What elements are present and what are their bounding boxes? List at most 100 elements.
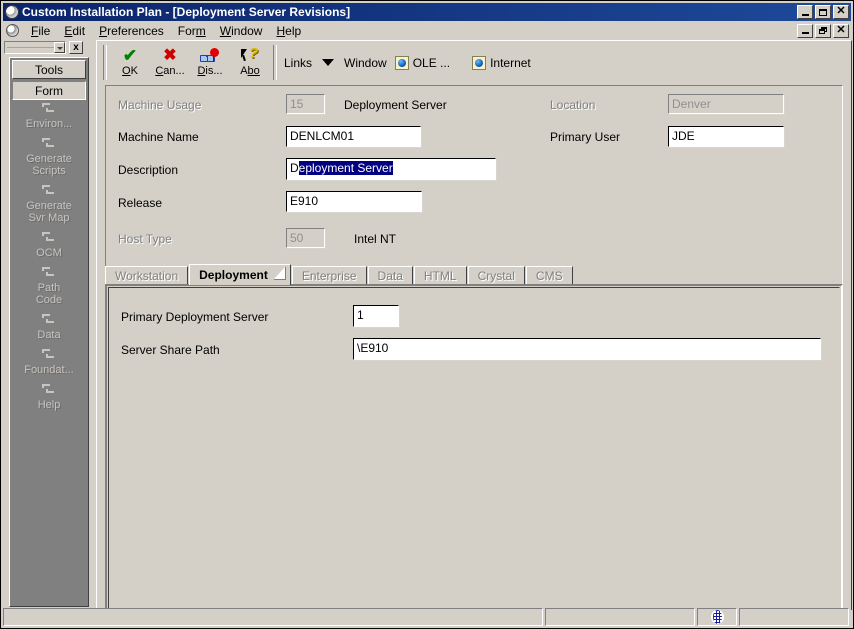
status-panel-mid bbox=[545, 608, 695, 626]
menu-bar: FFileile Edit Preferences Form Window He… bbox=[3, 22, 851, 39]
globe-status-icon bbox=[711, 610, 724, 624]
description-label: Description bbox=[118, 163, 179, 177]
description-input[interactable]: Deployment Server bbox=[286, 158, 496, 180]
tab-enterprise[interactable]: Enterprise bbox=[291, 266, 367, 285]
dock-close-button[interactable]: x bbox=[69, 41, 83, 54]
dock-item-path-code[interactable]: Path Code bbox=[10, 266, 88, 306]
tab-cms[interactable]: CMS bbox=[525, 266, 573, 285]
menu-item-preferences[interactable]: Preferences bbox=[92, 23, 171, 39]
dock-item-data[interactable]: Data bbox=[10, 313, 88, 341]
form-shortcut-icon bbox=[41, 313, 57, 327]
internet-globe-doc-icon bbox=[472, 55, 487, 70]
dock-item-label: Path Code bbox=[35, 282, 63, 306]
application-window: Custom Installation Plan - [Deployment S… bbox=[0, 0, 854, 629]
description-lead-char: D bbox=[290, 161, 299, 175]
menu-item-window[interactable]: Window bbox=[213, 23, 270, 39]
dock-item-generate-scripts[interactable]: Generate Scripts bbox=[10, 137, 88, 177]
location-input: Denver bbox=[668, 94, 784, 114]
cancel-button[interactable]: ✖ Can... bbox=[150, 44, 190, 81]
dock-tab-tools[interactable]: Tools bbox=[12, 60, 86, 79]
form-shortcut-icon bbox=[41, 102, 57, 116]
green-check-icon: ✔ bbox=[122, 45, 138, 65]
ole-label: OLE ... bbox=[412, 55, 451, 70]
release-label: Release bbox=[118, 196, 163, 210]
tools-dock-panel: x Tools Form Environ... Generate Scripts… bbox=[4, 40, 92, 610]
red-x-icon: ✖ bbox=[163, 46, 177, 64]
tab-html[interactable]: HTML bbox=[413, 266, 467, 285]
form-shortcut-icon bbox=[41, 184, 57, 198]
dock-item-label: Help bbox=[37, 399, 61, 411]
toolbar-action-group: ✔ OK ✖ Can... Dis... ? Abo bbox=[110, 44, 270, 81]
dock-item-foundation[interactable]: Foundat... bbox=[10, 348, 88, 376]
tab-workstation[interactable]: Workstation bbox=[105, 266, 189, 285]
menu-item-edit[interactable]: Edit bbox=[57, 23, 92, 39]
server-share-path-label: Server Share Path bbox=[121, 343, 220, 357]
tab-deployment-label: Deployment bbox=[199, 268, 268, 282]
mdi-system-menu-icon[interactable] bbox=[6, 24, 19, 37]
menu-item-file[interactable]: FFileile bbox=[24, 23, 57, 39]
primary-user-label: Primary User bbox=[550, 130, 621, 144]
chevron-down-icon[interactable] bbox=[54, 42, 65, 53]
window-controls: ✕ bbox=[797, 5, 849, 19]
child-restore-button[interactable] bbox=[815, 23, 831, 38]
minimize-button[interactable] bbox=[797, 5, 813, 19]
toolbar-separator bbox=[103, 45, 107, 80]
window-menu-button[interactable]: Window bbox=[340, 44, 391, 81]
description-selected-text: eployment Server bbox=[298, 161, 393, 175]
tab-crystal[interactable]: Crystal bbox=[467, 266, 525, 285]
dock-item-label: Environ... bbox=[25, 118, 73, 130]
internet-label: Internet bbox=[490, 55, 531, 70]
child-minimize-button[interactable] bbox=[797, 23, 813, 38]
maximize-button[interactable] bbox=[815, 5, 831, 19]
globe-logo-icon bbox=[5, 5, 19, 19]
form-shortcut-icon bbox=[41, 383, 57, 397]
deployment-tab-page-inner: Primary Deployment Server 1 Server Share… bbox=[108, 287, 840, 621]
release-input[interactable]: E910 bbox=[286, 191, 422, 212]
tab-corner-fold-icon bbox=[273, 267, 286, 280]
mdi-child-controls: ✕ bbox=[797, 23, 849, 38]
chevron-down-icon[interactable] bbox=[322, 59, 335, 66]
location-label: Location bbox=[550, 98, 596, 112]
dock-item-help[interactable]: Help bbox=[10, 383, 88, 411]
dock-item-list: Environ... Generate Scripts Generate Svr… bbox=[10, 102, 88, 418]
primary-deployment-server-input[interactable]: 1 bbox=[353, 305, 399, 327]
server-share-path-input[interactable]: \E910 bbox=[353, 338, 821, 360]
ole-button[interactable]: OLE ... bbox=[391, 44, 454, 81]
host-type-description: Intel NT bbox=[354, 232, 397, 246]
dock-item-generate-svr-map[interactable]: Generate Svr Map bbox=[10, 184, 88, 224]
dock-item-label: Generate Scripts bbox=[26, 153, 72, 177]
dock-combo[interactable] bbox=[4, 41, 66, 54]
display-errors-button[interactable]: Dis... bbox=[190, 44, 230, 81]
about-help-arrow-icon: ? bbox=[239, 45, 261, 64]
menu-item-help[interactable]: Help bbox=[269, 23, 308, 39]
dock-header: x bbox=[4, 40, 92, 55]
menu-item-form[interactable]: Form bbox=[171, 23, 213, 39]
about-button[interactable]: ? Abo bbox=[230, 44, 270, 81]
ole-globe-doc-icon bbox=[394, 55, 409, 70]
form-shortcut-icon bbox=[41, 266, 57, 280]
dock-item-environ[interactable]: Environ... bbox=[10, 102, 88, 130]
tab-deployment[interactable]: Deployment bbox=[189, 264, 291, 285]
status-message bbox=[3, 608, 543, 626]
machine-name-label: Machine Name bbox=[118, 130, 199, 144]
dock-tab-form[interactable]: Form bbox=[12, 81, 86, 100]
status-panel-right bbox=[739, 608, 849, 626]
internet-button[interactable]: Internet bbox=[468, 44, 535, 81]
host-type-label: Host Type bbox=[118, 232, 172, 246]
dock-item-ocm[interactable]: OCM bbox=[10, 231, 88, 259]
tab-strip: Workstation Deployment Enterprise Data H… bbox=[105, 264, 843, 285]
ok-button[interactable]: ✔ OK bbox=[110, 44, 150, 81]
close-button[interactable]: ✕ bbox=[833, 5, 849, 19]
child-close-button[interactable]: ✕ bbox=[833, 23, 849, 38]
host-type-input: 50 bbox=[286, 228, 325, 248]
dock-item-label: Foundat... bbox=[24, 364, 74, 376]
dock-item-label: Data bbox=[37, 329, 61, 341]
machine-name-input[interactable]: DENLCM01 bbox=[286, 126, 421, 147]
tab-data[interactable]: Data bbox=[367, 266, 413, 285]
machine-usage-description: Deployment Server bbox=[344, 98, 447, 112]
primary-deployment-server-label: Primary Deployment Server bbox=[121, 310, 269, 324]
dock-body: Tools Form Environ... Generate Scripts G… bbox=[9, 57, 89, 607]
primary-user-input[interactable]: JDE bbox=[668, 126, 784, 147]
dock-item-label: Generate Svr Map bbox=[26, 200, 72, 224]
deployment-server-revisions-form: ✔ OK ✖ Can... Dis... ? Abo Links Window … bbox=[96, 40, 852, 624]
